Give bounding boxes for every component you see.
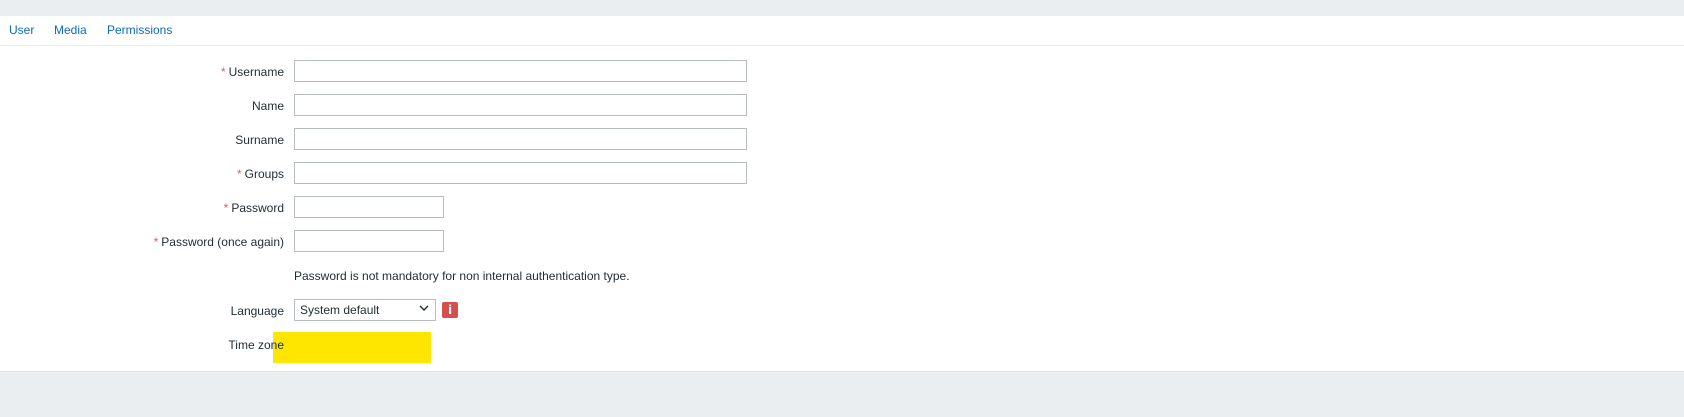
username-input[interactable] — [294, 60, 747, 82]
top-strip — [0, 0, 1684, 17]
password-input[interactable] — [294, 196, 444, 218]
info-icon[interactable]: i — [442, 302, 458, 318]
surname-input[interactable] — [294, 128, 747, 150]
username-label: * Username — [220, 65, 284, 79]
name-label: Name — [251, 99, 284, 113]
tab-bar: User Media Permissions — [0, 16, 1684, 46]
groups-label: * Groups — [236, 167, 284, 181]
language-select[interactable]: System default — [294, 299, 436, 321]
required-marker: * — [236, 167, 242, 181]
password-label: * Password — [223, 201, 284, 215]
language-label: Language — [230, 304, 284, 318]
user-form-panel: User Media Permissions * Username Name Su… — [0, 16, 1684, 372]
required-marker: * — [153, 235, 159, 249]
password-again-input[interactable] — [294, 230, 444, 252]
tab-media[interactable]: Media — [54, 23, 87, 37]
timezone-redaction-highlight — [273, 332, 431, 363]
required-marker: * — [223, 201, 229, 215]
password-again-label: * Password (once again) — [153, 235, 284, 249]
name-input[interactable] — [294, 94, 747, 116]
password-hint: Password is not mandatory for non intern… — [294, 269, 630, 283]
groups-input[interactable] — [294, 162, 747, 184]
timezone-label: Time zone — [228, 338, 284, 352]
tab-user[interactable]: User — [9, 23, 34, 37]
required-marker: * — [220, 65, 226, 79]
tab-permissions[interactable]: Permissions — [107, 23, 172, 37]
surname-label: Surname — [235, 133, 284, 147]
language-select-value: System default — [300, 303, 380, 317]
chevron-down-icon — [419, 305, 429, 311]
